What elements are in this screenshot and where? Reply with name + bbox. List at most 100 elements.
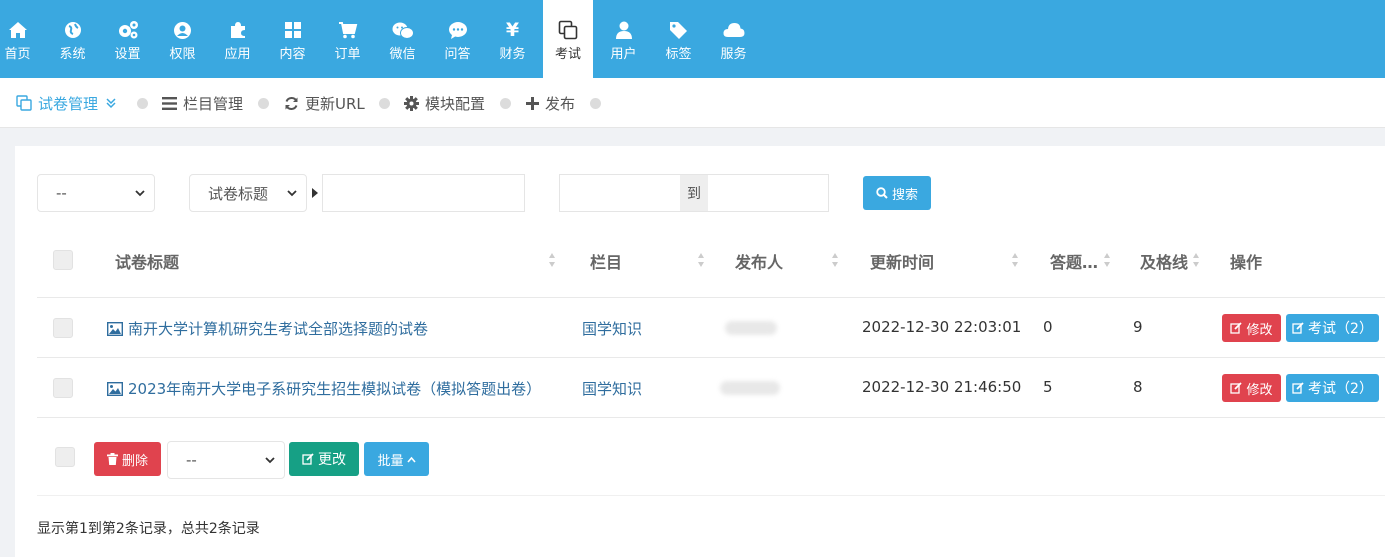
column-filter-value: --	[56, 184, 67, 202]
nav-item-finance[interactable]: ¥ 财务	[485, 0, 540, 78]
edit-icon	[1292, 322, 1304, 334]
puzzle-icon	[230, 22, 245, 38]
nav-item-system[interactable]: 系统	[45, 0, 100, 78]
nav-item-orders[interactable]: 订单	[320, 0, 375, 78]
pass-line: 9	[1133, 318, 1143, 336]
date-range-to-label: 到	[680, 175, 708, 211]
nav-item-service[interactable]: 服务	[706, 0, 761, 78]
sort-icon[interactable]	[831, 252, 839, 268]
batch-button[interactable]: 批量	[364, 442, 429, 476]
col-header-column[interactable]: 栏目	[590, 249, 622, 273]
nav-item-settings[interactable]: 设置	[100, 0, 155, 78]
nav-item-wechat[interactable]: 微信	[375, 0, 430, 78]
double-chevron-down-icon[interactable]	[106, 97, 116, 109]
edit-button[interactable]: 修改	[1222, 314, 1281, 342]
list-icon	[162, 96, 177, 110]
cart-icon	[338, 22, 357, 39]
subnav-paper-manage-label: 试卷管理	[38, 94, 99, 113]
subnav-update-url-label: 更新URL	[305, 94, 365, 113]
delete-button-label: 删除	[121, 453, 148, 469]
subnav-update-url[interactable]: 更新URL	[284, 78, 365, 128]
paper-title-link[interactable]: 2023年南开大学电子系研究生招生模拟试卷（模拟答题出卷）	[107, 378, 541, 399]
nav-item-exam[interactable]: 考试	[543, 0, 593, 78]
subnav-column-manage-label: 栏目管理	[183, 94, 244, 113]
column-link[interactable]: 国学知识	[582, 318, 642, 339]
bulk-action-value: --	[186, 451, 197, 469]
col-header-answers[interactable]: 答题…	[1050, 249, 1098, 273]
subnav-module-config[interactable]: 模块配置	[404, 78, 485, 128]
sort-icon[interactable]	[1192, 252, 1200, 268]
grid-icon	[284, 22, 301, 38]
yen-icon: ¥	[505, 19, 520, 41]
bulk-select-checkbox[interactable]	[55, 447, 75, 467]
row-divider	[37, 417, 1385, 418]
row-divider	[37, 495, 1385, 496]
edit-icon	[1230, 322, 1243, 334]
updated-time: 2022-12-30 21:46:50	[862, 378, 1022, 396]
edit-button[interactable]: 修改	[1222, 374, 1281, 402]
nav-item-content[interactable]: 内容	[265, 0, 320, 78]
nav-item-home[interactable]: 首页	[0, 0, 45, 78]
chevron-down-icon	[287, 190, 297, 197]
search-button[interactable]: 搜索	[863, 176, 931, 210]
author-redacted	[720, 381, 780, 395]
keyword-input[interactable]	[322, 174, 525, 212]
chevron-down-icon	[265, 457, 275, 464]
sub-toolbar: 试卷管理 栏目管理 更新URL 模块配置 发布	[0, 78, 1385, 128]
search-icon	[876, 187, 888, 199]
field-filter-select[interactable]: 试卷标题	[189, 174, 307, 212]
image-icon	[107, 321, 123, 336]
cogs-icon	[118, 21, 138, 39]
sort-icon[interactable]	[548, 252, 556, 268]
content-panel: -- 试卷标题 到 搜索 试卷标题 栏目 发布人 更新时间 答题… 及格线 操作…	[15, 146, 1385, 557]
col-header-title[interactable]: 试卷标题	[115, 249, 179, 273]
paper-title: 2023年南开大学电子系研究生招生模拟试卷（模拟答题出卷）	[128, 380, 542, 398]
col-header-updated[interactable]: 更新时间	[870, 249, 934, 273]
refresh-icon	[285, 96, 298, 110]
sort-icon[interactable]	[1103, 252, 1111, 268]
nav-item-users[interactable]: 用户	[596, 0, 651, 78]
search-button-label: 搜索	[891, 187, 918, 203]
nav-item-permission[interactable]: 权限	[155, 0, 210, 78]
subnav-column-manage[interactable]: 栏目管理	[162, 78, 243, 128]
change-button[interactable]: 更改	[289, 442, 359, 476]
row-divider	[37, 297, 1385, 298]
nav-item-apps[interactable]: 应用	[210, 0, 265, 78]
col-header-actions: 操作	[1230, 253, 1263, 272]
row-checkbox[interactable]	[53, 318, 73, 338]
row-checkbox[interactable]	[53, 378, 73, 398]
edit-icon	[302, 453, 314, 465]
bulk-action-select[interactable]: --	[167, 441, 285, 479]
column-filter-select[interactable]: --	[37, 174, 155, 212]
separator-dot	[137, 98, 148, 109]
exam-button[interactable]: 考试（2）	[1286, 374, 1379, 402]
sort-icon[interactable]	[1011, 252, 1019, 268]
col-header-pass[interactable]: 及格线	[1140, 249, 1188, 273]
edit-button-label: 修改	[1246, 382, 1273, 398]
nav-item-qa[interactable]: 问答	[430, 0, 485, 78]
delete-button[interactable]: 删除	[94, 442, 161, 476]
exam-button[interactable]: 考试（2）	[1286, 314, 1379, 342]
top-nav: 首页 系统 设置 权限 应用 内容 订单 微信 问答 ¥ 财务 考试 用户 标签…	[0, 0, 1385, 78]
sort-icon[interactable]	[697, 252, 705, 268]
edit-button-label: 修改	[1246, 322, 1273, 338]
subnav-publish-label: 发布	[545, 94, 576, 113]
subnav-module-config-label: 模块配置	[425, 94, 486, 113]
change-button-label: 更改	[318, 452, 346, 468]
nav-item-tags[interactable]: 标签	[651, 0, 706, 78]
col-header-author[interactable]: 发布人	[735, 249, 783, 273]
home-icon	[8, 22, 27, 38]
paper-title-link[interactable]: 南开大学计算机研究生考试全部选择题的试卷	[107, 318, 428, 339]
subnav-publish[interactable]: 发布	[526, 78, 575, 128]
plus-icon	[526, 96, 539, 110]
separator-dot	[379, 98, 390, 109]
exam-button-label: 考试（2）	[1308, 321, 1373, 337]
edit-icon	[1292, 382, 1304, 394]
pagination-summary: 显示第1到第2条记录，总共2条记录	[37, 521, 260, 537]
copy-icon	[558, 20, 578, 40]
chevron-down-icon	[135, 190, 145, 197]
chat-icon	[448, 21, 467, 39]
subnav-paper-manage[interactable]: 试卷管理	[16, 78, 122, 128]
select-all-checkbox[interactable]	[53, 250, 73, 270]
column-link[interactable]: 国学知识	[582, 378, 642, 399]
